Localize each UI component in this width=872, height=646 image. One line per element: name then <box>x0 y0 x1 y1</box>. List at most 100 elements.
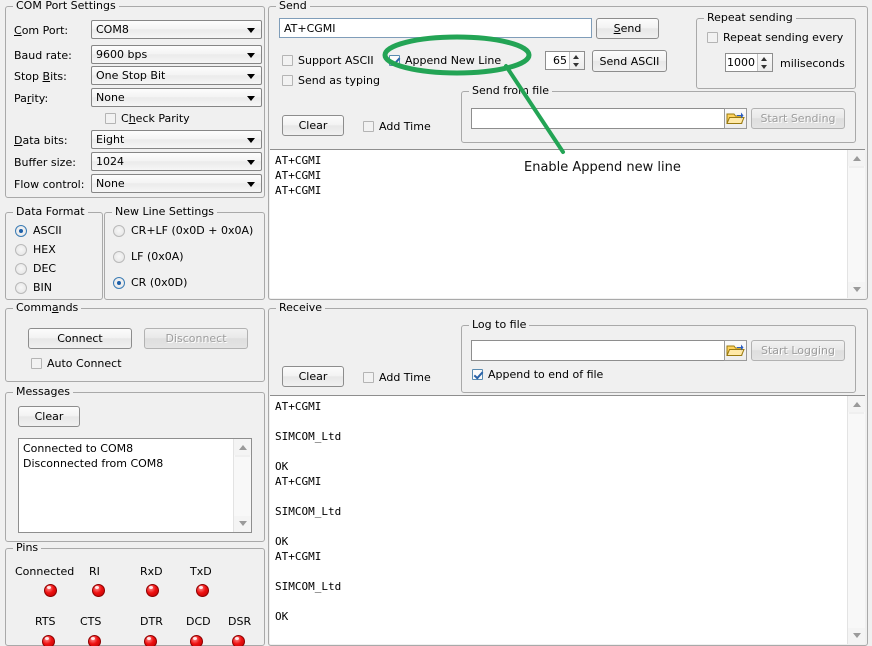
send-as-typing-checkbox[interactable]: Send as typing <box>282 74 380 87</box>
chevron-down-icon <box>247 28 255 33</box>
send-command-value: AT+CGMI <box>284 22 336 35</box>
flow-control-combobox[interactable]: None <box>91 174 262 193</box>
scroll-up-icon[interactable] <box>234 439 251 455</box>
send-from-file-browse-button[interactable] <box>724 108 747 129</box>
data-format-option-ascii[interactable]: ASCII <box>15 224 62 237</box>
repeat-interval-spinner[interactable]: 1000 <box>725 53 773 72</box>
scroll-up-icon[interactable] <box>848 396 865 412</box>
start-logging-button[interactable]: Start Logging <box>751 340 845 361</box>
log-to-file-group: Log to file Start Logging Append to end … <box>461 325 856 393</box>
commands-title: Commands <box>13 302 81 314</box>
spinner-arrows[interactable] <box>757 54 772 71</box>
log-to-file-browse-button[interactable] <box>724 340 747 361</box>
radio-ring <box>15 244 27 256</box>
new-line-settings-group: New Line Settings CR+LF (0x0D + 0x0A) LF… <box>104 212 265 300</box>
spinner-up-icon[interactable] <box>570 52 584 61</box>
parity-combobox[interactable]: None <box>91 88 262 107</box>
scrollbar-thumb[interactable] <box>849 166 864 168</box>
chevron-down-icon <box>247 53 255 58</box>
data-format-option-dec[interactable]: DEC <box>15 262 56 275</box>
support-ascii-checkbox[interactable]: Support ASCII <box>282 54 374 67</box>
append-to-end-of-file-checkbox[interactable]: Append to end of file <box>472 368 603 381</box>
send-button[interactable]: Send <box>596 18 659 39</box>
radio-ring <box>15 225 27 237</box>
stop-bits-combobox[interactable]: One Stop Bit <box>91 66 262 85</box>
chevron-down-icon <box>247 74 255 79</box>
new-line-option-crlf[interactable]: CR+LF (0x0D + 0x0A) <box>113 224 253 237</box>
radio-ring <box>113 251 125 263</box>
checkbox-box <box>707 32 718 43</box>
messages-list-lines: Connected to COM8 Disconnected from COM8 <box>23 441 233 471</box>
start-sending-button[interactable]: Start Sending <box>751 108 845 129</box>
send-ascii-button[interactable]: Send ASCII <box>592 50 667 72</box>
send-clear-button[interactable]: Clear <box>282 115 344 136</box>
check-parity-checkbox[interactable]: Check Parity <box>105 112 190 125</box>
spinner-arrows[interactable] <box>569 52 584 69</box>
receive-log-lines: AT+CGMI SIMCOM_Ltd OK AT+CGMI SIMCOM_Ltd… <box>275 399 845 624</box>
baud-rate-combobox[interactable]: 9600 bps <box>91 45 262 64</box>
ascii-code-spinner[interactable]: 65 <box>545 51 585 70</box>
pin-led-rts <box>42 635 55 646</box>
radio-ring <box>113 277 125 289</box>
com-port-settings-group: COM Port Settings Com Port: COM8 Baud ra… <box>5 6 265 198</box>
data-bits-combobox[interactable]: Eight <box>91 130 262 149</box>
pin-led-ri <box>92 584 105 597</box>
send-from-file-path-input[interactable] <box>471 108 740 129</box>
repeat-sending-every-checkbox[interactable]: Repeat sending every <box>707 31 843 44</box>
send-add-time-checkbox[interactable]: Add Time <box>363 120 431 133</box>
scrollbar-thumb[interactable] <box>235 455 250 457</box>
pin-led-connected <box>44 584 57 597</box>
baud-rate-label: Baud rate: <box>14 49 72 62</box>
send-log-scrollbar[interactable] <box>847 150 865 298</box>
checkbox-box <box>282 75 293 86</box>
new-line-option-label: LF (0x0A) <box>131 250 184 263</box>
data-format-option-bin[interactable]: BIN <box>15 281 52 294</box>
messages-list[interactable]: Connected to COM8 Disconnected from COM8 <box>18 438 252 533</box>
pin-led-dcd <box>190 635 203 646</box>
buffer-size-combobox[interactable]: 1024 <box>91 152 262 171</box>
receive-add-time-checkbox[interactable]: Add Time <box>363 371 431 384</box>
spinner-up-icon[interactable] <box>758 54 772 63</box>
receive-log[interactable]: AT+CGMI SIMCOM_Ltd OK AT+CGMI SIMCOM_Ltd… <box>270 395 865 644</box>
disconnect-button[interactable]: Disconnect <box>144 328 248 349</box>
spinner-down-icon[interactable] <box>758 63 772 72</box>
log-to-file-path-input[interactable] <box>471 340 740 361</box>
new-line-option-cr[interactable]: CR (0x0D) <box>113 276 187 289</box>
pins-group: Pins Connected RI RxD TxD RTS CTS DTR DC… <box>5 548 265 646</box>
scroll-down-icon[interactable] <box>234 516 251 532</box>
log-to-file-title: Log to file <box>469 319 529 331</box>
append-to-end-of-file-label: Append to end of file <box>488 368 603 381</box>
pin-label-cts: CTS <box>80 615 101 628</box>
data-bits-value: Eight <box>96 133 124 147</box>
flow-control-label: Flow control: <box>14 178 84 191</box>
radio-ring <box>15 263 27 275</box>
scrollbar-thumb[interactable] <box>849 412 864 414</box>
pin-label-rts: RTS <box>35 615 56 628</box>
messages-clear-button[interactable]: Clear <box>18 406 80 427</box>
chevron-down-icon <box>247 96 255 101</box>
ascii-code-value: 65 <box>546 52 569 69</box>
auto-connect-checkbox[interactable]: Auto Connect <box>31 357 122 370</box>
stop-bits-value: One Stop Bit <box>96 69 165 83</box>
scroll-down-icon[interactable] <box>848 628 865 644</box>
com-port-value: COM8 <box>96 23 129 37</box>
pin-label-connected: Connected <box>15 565 74 578</box>
receive-clear-button[interactable]: Clear <box>282 366 344 387</box>
com-port-combobox[interactable]: COM8 <box>91 20 262 39</box>
data-format-option-hex[interactable]: HEX <box>15 243 56 256</box>
stop-bits-label: Stop Bits: <box>14 70 67 83</box>
support-ascii-label: Support ASCII <box>298 54 374 67</box>
append-new-line-checkbox[interactable]: Append New Line <box>389 54 501 67</box>
pin-led-rxd <box>146 584 159 597</box>
send-from-file-group: Send from file Start Sending <box>461 91 856 143</box>
send-command-input[interactable]: AT+CGMI <box>279 18 592 38</box>
scroll-up-icon[interactable] <box>848 150 865 166</box>
data-format-title: Data Format <box>13 206 88 218</box>
pin-led-dsr <box>232 635 245 646</box>
new-line-option-lf[interactable]: LF (0x0A) <box>113 250 184 263</box>
messages-scrollbar[interactable] <box>233 439 251 532</box>
receive-log-scrollbar[interactable] <box>847 396 865 644</box>
spinner-down-icon[interactable] <box>570 61 584 70</box>
scroll-down-icon[interactable] <box>848 282 865 298</box>
connect-button[interactable]: Connect <box>28 328 132 349</box>
